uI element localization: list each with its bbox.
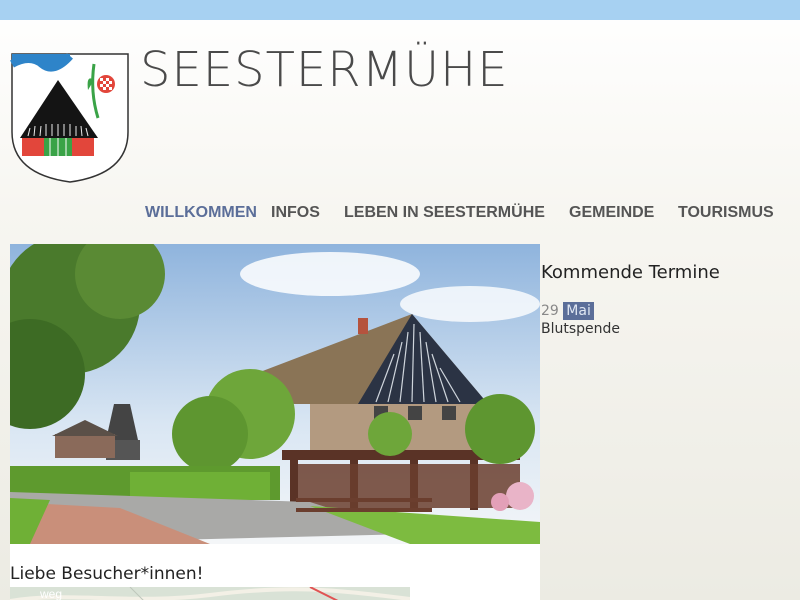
event-month: Mai: [563, 302, 594, 320]
nav-item-leben-in-seestermuehe[interactable]: LEBEN IN SEESTERMÜHE: [344, 204, 545, 222]
main-content: Liebe Besucher*innen! weg: [10, 544, 540, 600]
nav-item-infos[interactable]: INFOS: [271, 204, 320, 222]
welcome-heading: Liebe Besucher*innen!: [10, 564, 204, 584]
municipal-crest-logo[interactable]: [10, 52, 130, 184]
nav-item-tourismus[interactable]: TOURISMUS: [678, 204, 774, 222]
site-title[interactable]: SEESTERMÜHE: [140, 42, 509, 98]
nav-item-gemeinde[interactable]: GEMEINDE: [569, 204, 654, 222]
main-nav: WILLKOMMEN INFOS LEBEN IN SEESTERMÜHE GE…: [0, 204, 800, 224]
top-bar: [0, 0, 800, 20]
upcoming-events-title: Kommende Termine: [541, 262, 720, 283]
event-date: 29 Mai: [541, 302, 791, 320]
event-link-blutspende[interactable]: Blutspende: [541, 321, 791, 337]
event-day: 29: [541, 303, 559, 319]
upcoming-events: Kommende Termine 29 Mai Blutspende: [541, 262, 791, 337]
map-thumbnail[interactable]: weg: [10, 587, 410, 600]
hero-image: [10, 244, 540, 544]
nav-item-willkommen[interactable]: WILLKOMMEN: [145, 204, 257, 222]
map-label: weg: [40, 587, 63, 600]
